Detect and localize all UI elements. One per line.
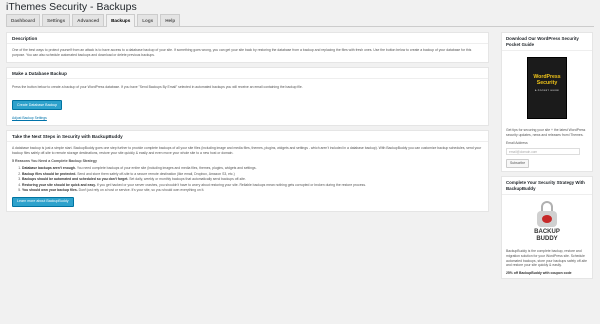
email-label: Email Address	[506, 141, 528, 146]
reasons-list: Database backups aren't enough. You need…	[22, 166, 483, 194]
tab-advanced[interactable]: Advanced	[72, 14, 105, 26]
make-backup-text: Press the button below to create a backu…	[12, 85, 303, 89]
backupbuddy-box: Complete Your Security Strategy With Bac…	[501, 176, 593, 280]
tab-bar: Dashboard Settings Advanced Backups Logs…	[6, 14, 594, 27]
backupbuddy-title: Complete Your Security Strategy With Bac…	[502, 177, 592, 196]
learn-more-backupbuddy-button[interactable]: Learn more about BackupBuddy	[12, 196, 74, 207]
pocket-guide-title: Download Our WordPress Security Pocket G…	[502, 33, 592, 51]
tab-help[interactable]: Help	[160, 14, 181, 26]
description-box: Description One of the best ways to prot…	[6, 32, 489, 63]
tab-logs[interactable]: Logs	[137, 14, 159, 26]
list-item: You should own your backup files. Don't …	[22, 188, 483, 194]
email-field[interactable]: email@domain.com	[506, 147, 580, 155]
pocket-guide-box: Download Our WordPress Security Pocket G…	[501, 32, 593, 173]
pocket-guide-text: Get tips for securing your site + the la…	[506, 128, 586, 137]
sidebar: Download Our WordPress Security Pocket G…	[501, 32, 593, 283]
pocket-guide-book-image: WordPress Security A POCKET GUIDE	[527, 57, 567, 119]
main-content: Description One of the best ways to prot…	[6, 32, 489, 216]
backupbuddy-text: BackupBuddy is the complete backup, rest…	[506, 249, 587, 268]
reasons-heading: 5 Reasons You Need a Complete Backup Str…	[12, 159, 97, 163]
next-steps-box: Take the Next Steps in Security with Bac…	[6, 130, 489, 212]
promo-text: 25% off BackupBuddy with coupon code	[506, 270, 572, 275]
description-text: One of the best ways to protect yourself…	[12, 48, 472, 57]
backupbuddy-logo: BACKUP BUDDY	[502, 195, 592, 246]
tab-settings[interactable]: Settings	[42, 14, 71, 26]
tab-backups[interactable]: Backups	[106, 14, 136, 27]
description-title: Description	[7, 33, 488, 44]
make-backup-box: Make a Database Backup Press the button …	[6, 67, 489, 126]
make-backup-title: Make a Database Backup	[7, 68, 488, 79]
adjust-backup-settings-link[interactable]: Adjust Backup Settings	[12, 116, 47, 120]
lock-icon	[536, 201, 558, 228]
tab-dashboard[interactable]: Dashboard	[6, 14, 40, 26]
subscribe-button[interactable]: Subscribe	[506, 158, 530, 169]
page-title: iThemes Security - Backups	[6, 1, 137, 13]
next-steps-text: A database backup is just a simple start…	[12, 146, 482, 155]
next-steps-title: Take the Next Steps in Security with Bac…	[7, 131, 488, 142]
create-backup-button[interactable]: Create Database Backup	[12, 100, 63, 110]
